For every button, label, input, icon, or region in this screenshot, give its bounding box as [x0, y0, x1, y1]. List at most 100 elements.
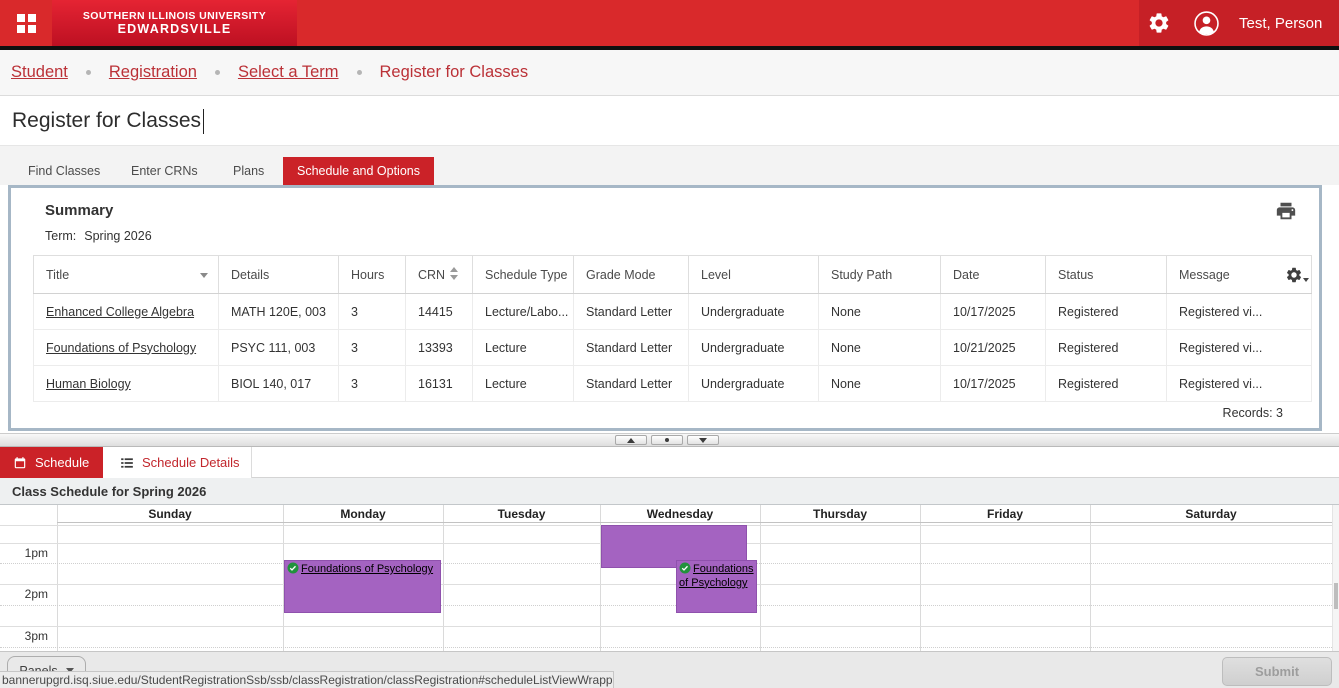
table-settings-gear-icon[interactable]: [1285, 266, 1303, 284]
col-date[interactable]: Date: [941, 256, 1046, 294]
col-details[interactable]: Details: [219, 256, 339, 294]
user-name[interactable]: Test, Person: [1239, 15, 1322, 32]
course-link[interactable]: Human Biology: [46, 377, 131, 391]
scrollbar-thumb[interactable]: [1334, 583, 1338, 609]
half-hour-gridline: [0, 647, 1332, 648]
breadcrumb-student[interactable]: Student: [11, 63, 68, 82]
cell-study-path: None: [819, 294, 941, 330]
cell-date: 10/17/2025: [941, 366, 1046, 402]
registration-app: SOUTHERN ILLINOIS UNIVERSITY EDWARDSVILL…: [0, 0, 1339, 688]
app-header: SOUTHERN ILLINOIS UNIVERSITY EDWARDSVILL…: [0, 0, 1339, 46]
cell-details: MATH 120E, 003: [219, 294, 339, 330]
cell-crn: 13393: [406, 330, 473, 366]
summary-header-row: Title Details Hours CRN Schedule Type Gr…: [34, 256, 1312, 294]
cell-details: PSYC 111, 003: [219, 330, 339, 366]
breadcrumb: Student Registration Select a Term Regis…: [0, 50, 1339, 96]
tab-schedule-details[interactable]: Schedule Details: [103, 447, 252, 478]
cell-grade-mode: Standard Letter: [574, 294, 689, 330]
cell-hours: 3: [339, 366, 406, 402]
col-crn[interactable]: CRN: [406, 256, 473, 294]
cell-status: Registered: [1046, 330, 1167, 366]
term-line: Term:Spring 2026: [45, 229, 152, 243]
breadcrumb-select-term[interactable]: Select a Term: [238, 63, 339, 82]
col-message-label: Message: [1179, 268, 1230, 282]
cell-message: Registered vi...: [1167, 366, 1312, 402]
header-user-area: Test, Person: [1139, 0, 1339, 46]
tab-plans[interactable]: Plans: [233, 157, 264, 186]
collapse-down-button[interactable]: [687, 435, 719, 445]
event-course-link[interactable]: Foundations of Psychology: [301, 563, 433, 575]
dot-icon: [665, 438, 669, 442]
settings-gear-icon[interactable]: [1147, 11, 1171, 35]
cell-level: Undergraduate: [689, 294, 819, 330]
cell-study-path: None: [819, 366, 941, 402]
col-hours[interactable]: Hours: [339, 256, 406, 294]
calendar-scrollbar[interactable]: [1332, 505, 1339, 651]
col-schedule-type[interactable]: Schedule Type: [473, 256, 574, 294]
table-settings-caret-icon: [1303, 278, 1309, 282]
breadcrumb-registration[interactable]: Registration: [109, 63, 197, 82]
cell-date: 10/17/2025: [941, 294, 1046, 330]
cell-schedule-type: Lecture: [473, 366, 574, 402]
day-header-wednesday: Wednesday: [600, 505, 760, 523]
class-event-psychology-wednesday[interactable]: Foundations of Psychology: [676, 560, 757, 613]
col-level-label: Level: [701, 268, 731, 282]
cell-crn: 14415: [406, 294, 473, 330]
panel-divider-buttons: [615, 435, 719, 445]
col-schedule-type-label: Schedule Type: [485, 268, 567, 282]
restore-panels-button[interactable]: [651, 435, 683, 445]
cell-grade-mode: Standard Letter: [574, 330, 689, 366]
submit-label: Submit: [1255, 664, 1299, 679]
status-url: bannerupgrd.isq.siue.edu/StudentRegistra…: [2, 673, 614, 687]
col-level[interactable]: Level: [689, 256, 819, 294]
cell-grade-mode: Standard Letter: [574, 366, 689, 402]
breadcrumb-current: Register for Classes: [380, 63, 529, 82]
cell-title: Human Biology: [34, 366, 219, 402]
submit-button[interactable]: Submit: [1222, 657, 1332, 686]
breadcrumb-separator: [357, 70, 362, 75]
cell-crn: 16131: [406, 366, 473, 402]
cell-date: 10/21/2025: [941, 330, 1046, 366]
time-label-1pm: 1pm: [0, 546, 48, 560]
course-link[interactable]: Enhanced College Algebra: [46, 305, 194, 319]
crn-sort-icon[interactable]: [450, 267, 458, 280]
col-status[interactable]: Status: [1046, 256, 1167, 294]
day-header-monday: Monday: [283, 505, 443, 523]
cell-hours: 3: [339, 294, 406, 330]
hour-gridline: [0, 584, 1332, 585]
col-study-path[interactable]: Study Path: [819, 256, 941, 294]
col-hours-label: Hours: [351, 268, 384, 282]
col-grade-mode-label: Grade Mode: [586, 268, 655, 282]
collapse-up-button[interactable]: [615, 435, 647, 445]
calendar-gridline: [920, 505, 921, 651]
tab-find-classes[interactable]: Find Classes: [28, 157, 100, 186]
print-icon[interactable]: [1275, 200, 1297, 222]
day-header-tuesday: Tuesday: [443, 505, 600, 523]
col-date-label: Date: [953, 268, 979, 282]
app-menu-button[interactable]: [0, 0, 52, 46]
class-schedule-title: Class Schedule for Spring 2026: [12, 484, 206, 499]
page-title: Register for Classes: [12, 109, 201, 133]
cell-level: Undergraduate: [689, 330, 819, 366]
cell-schedule-type: Lecture/Labo...: [473, 294, 574, 330]
table-row: Human Biology BIOL 140, 017 3 16131 Lect…: [34, 366, 1312, 402]
tab-schedule[interactable]: Schedule: [0, 447, 103, 478]
class-event-psychology-monday[interactable]: Foundations of Psychology: [284, 560, 441, 613]
col-grade-mode[interactable]: Grade Mode: [574, 256, 689, 294]
course-link[interactable]: Foundations of Psychology: [46, 341, 196, 355]
title-sort-caret-icon[interactable]: [200, 273, 208, 278]
schedule-tabbar: Schedule Schedule Details: [0, 447, 1339, 478]
page-title-bar: Register for Classes: [0, 97, 1339, 145]
check-circle-icon: [287, 562, 299, 574]
col-title[interactable]: Title: [34, 256, 219, 294]
tab-schedule-details-label: Schedule Details: [142, 455, 240, 470]
browser-status-bar: bannerupgrd.isq.siue.edu/StudentRegistra…: [0, 671, 614, 688]
panel-divider[interactable]: [0, 433, 1339, 447]
user-profile-icon[interactable]: [1193, 10, 1220, 37]
university-logo[interactable]: SOUTHERN ILLINOIS UNIVERSITY EDWARDSVILL…: [52, 0, 297, 46]
tab-enter-crns[interactable]: Enter CRNs: [131, 157, 198, 186]
breadcrumb-separator: [86, 70, 91, 75]
col-message[interactable]: Message: [1167, 256, 1312, 294]
hour-gridline: [0, 626, 1332, 627]
tab-schedule-and-options[interactable]: Schedule and Options: [283, 157, 434, 186]
